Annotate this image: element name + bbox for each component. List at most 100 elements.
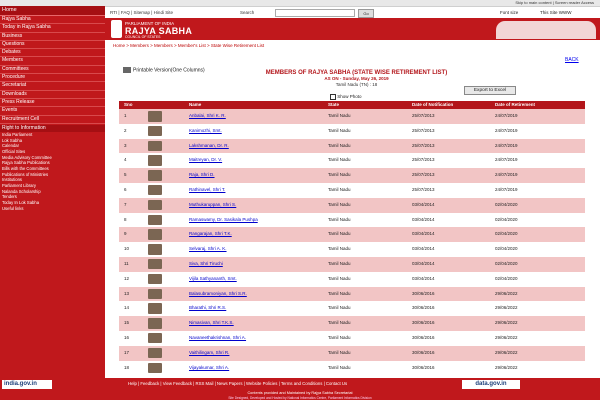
member-name-link[interactable]: Lakshmanan, Dr. R. bbox=[189, 139, 328, 154]
sidebar-item[interactable]: Press Release bbox=[0, 99, 105, 108]
cell-sno: 14 bbox=[124, 305, 130, 311]
member-name-link[interactable]: Vaithilingam, Shri R. bbox=[189, 346, 328, 361]
sidebar-item[interactable]: Questions bbox=[0, 41, 105, 50]
cell-retirement-date: 29/06/2022 bbox=[495, 364, 518, 370]
member-name-link[interactable]: Maitreyan, Dr. V. bbox=[189, 153, 328, 168]
table-row: 7 Muthukaruppan, Shri S. Tamil Nadu 03/04/2… bbox=[119, 197, 585, 213]
member-photo bbox=[148, 347, 162, 359]
member-name-link[interactable]: Raja, Shri D. bbox=[189, 168, 328, 183]
footer-links[interactable]: Help | Feedback | View Feedback | RSS Ma… bbox=[128, 381, 347, 386]
header-retirement: Date of Retirement bbox=[495, 102, 536, 107]
cell-sno: 16 bbox=[124, 334, 130, 340]
cell-state: Tamil Nadu bbox=[328, 231, 351, 237]
member-name-link[interactable]: Kanimozhi, Smt. bbox=[189, 124, 328, 139]
left-sidebar: Home Rajya Sabha Today in Rajya Sabha Busin… bbox=[0, 6, 105, 378]
utility-links[interactable]: RTI | FAQ | Sitemap | Hindi Site bbox=[110, 10, 173, 15]
skip-links[interactable]: Skip to main content | Screen reader Acc… bbox=[515, 0, 594, 5]
cell-retirement-date: 29/06/2022 bbox=[495, 349, 518, 355]
table-row: 15 Nimasivan, Shri T.K.S. Tamil Nadu 30/06/… bbox=[119, 316, 585, 331]
member-name-link[interactable]: Bharathi, Shri R.S. bbox=[189, 301, 328, 316]
member-photo bbox=[148, 244, 162, 255]
cell-notification-date: 30/06/2016 bbox=[412, 349, 435, 355]
member-photo bbox=[148, 125, 162, 137]
data-gov-logo[interactable]: data.gov.in bbox=[462, 380, 520, 389]
content-credit: Contents provided and Maintained by Rajy… bbox=[247, 391, 353, 395]
sidebar-item[interactable]: Business bbox=[0, 33, 105, 41]
cell-state: Tamil Nadu bbox=[328, 320, 351, 326]
sidebar-item[interactable]: Committees bbox=[0, 66, 105, 75]
cell-retirement-date: 02/04/2020 bbox=[495, 231, 518, 237]
member-name-link[interactable]: Balasubramoniyan, Shri S.R. bbox=[189, 287, 328, 302]
search-input[interactable] bbox=[275, 9, 355, 17]
member-name-link[interactable]: Vijila Sathyananth, Smt. bbox=[189, 272, 328, 287]
search-go-button[interactable]: Go bbox=[358, 9, 374, 18]
member-photo bbox=[148, 273, 162, 285]
national-emblem-icon bbox=[111, 20, 122, 38]
sidebar-item[interactable]: Events bbox=[0, 107, 105, 116]
member-name-link[interactable]: Ramaswamy, Dr. Sasikala Pushpa bbox=[189, 213, 328, 228]
site-banner: PARLIAMENT OF INDIA RAJYA SABHA COUNCIL … bbox=[105, 18, 600, 40]
table-row: 5 Raja, Shri D. Tamil Nadu 25/07/2013 24/07/… bbox=[119, 168, 585, 183]
cell-photo bbox=[140, 346, 189, 361]
table-row: 4 Maitreyan, Dr. V. Tamil Nadu 25/07/2013 24… bbox=[119, 153, 585, 169]
member-name-link[interactable]: Navaneethakrishnan, Shri A. bbox=[189, 331, 328, 346]
cell-notification-date: 03/04/2014 bbox=[412, 275, 435, 281]
cell-sno: 13 bbox=[124, 290, 130, 296]
cell-notification-date: 25/07/2013 bbox=[412, 127, 435, 133]
export-excel-button[interactable]: Export to Excel bbox=[464, 86, 516, 95]
india-gov-logo[interactable]: india.gov.in bbox=[2, 380, 52, 389]
cell-retirement-date: 02/04/2020 bbox=[495, 275, 518, 281]
member-name-link[interactable]: Selvaraj, Shri A. K. bbox=[189, 242, 328, 257]
member-name-link[interactable]: Rathinavel, Shri T. bbox=[189, 183, 328, 198]
cell-notification-date: 25/07/2013 bbox=[412, 113, 435, 118]
show-photo-checkbox[interactable] bbox=[330, 94, 336, 100]
cell-sno: 7 bbox=[124, 201, 127, 207]
sidebar-item[interactable]: Rajya Sabha bbox=[0, 16, 105, 25]
sidebar-item[interactable]: Members bbox=[0, 57, 105, 66]
member-name-link[interactable]: Vijayakumar, Shri A. bbox=[189, 361, 328, 376]
cell-photo bbox=[140, 168, 189, 183]
cell-photo bbox=[140, 139, 189, 154]
sidebar-item[interactable]: Today in Rajya Sabha bbox=[0, 24, 105, 33]
sidebar-item[interactable]: Procedure bbox=[0, 74, 105, 83]
member-name-link[interactable]: Anbalai, Shri K. R. bbox=[189, 109, 328, 124]
cell-state: Tamil Nadu bbox=[328, 113, 351, 118]
sidebar-link[interactable]: Useful links bbox=[0, 206, 105, 212]
show-photo-toggle[interactable]: Show Photo bbox=[330, 94, 362, 100]
show-photo-label: Show Photo bbox=[337, 94, 362, 100]
state-count: Tamil Nadu (TN) : 18 bbox=[335, 82, 378, 87]
cell-sno: 10 bbox=[124, 246, 130, 252]
sidebar-item[interactable]: Debates bbox=[0, 49, 105, 58]
cell-retirement-date: 02/04/2020 bbox=[495, 260, 518, 266]
cell-retirement-date: 24/07/2019 bbox=[495, 157, 518, 163]
cell-sno: 9 bbox=[124, 231, 127, 237]
cell-photo bbox=[140, 242, 189, 257]
cell-photo bbox=[140, 153, 189, 168]
cell-state: Tamil Nadu bbox=[328, 349, 351, 355]
cell-notification-date: 03/04/2014 bbox=[412, 216, 435, 222]
cell-sno: 12 bbox=[124, 275, 130, 281]
font-size-control[interactable]: Font size bbox=[500, 10, 518, 15]
page-heading: MEMBERS OF RAJYA SABHA (STATE WISE RETIR… bbox=[113, 70, 600, 87]
sidebar-rti-heading[interactable]: Right to Information bbox=[0, 124, 105, 132]
cell-notification-date: 30/06/2016 bbox=[412, 320, 435, 326]
search-scope[interactable]: This Site WWW bbox=[540, 10, 572, 15]
cell-notification-date: 25/07/2013 bbox=[412, 172, 435, 178]
header-sno: Sno bbox=[124, 102, 133, 107]
member-name-link[interactable]: Rangarajan, Shri T.K. bbox=[189, 227, 328, 242]
sidebar-item[interactable]: Home bbox=[0, 6, 105, 16]
member-name-link[interactable]: Siva, Shri Tiruchi bbox=[189, 257, 328, 272]
sidebar-item[interactable]: Recruitment Cell bbox=[0, 116, 105, 124]
cell-photo bbox=[140, 331, 189, 346]
cell-notification-date: 03/04/2014 bbox=[412, 231, 435, 237]
sidebar-item[interactable]: Secretariat bbox=[0, 82, 105, 91]
cell-state: Tamil Nadu bbox=[328, 157, 351, 163]
member-name-link[interactable]: Muthukaruppan, Shri S. bbox=[189, 198, 328, 213]
member-photo bbox=[148, 229, 162, 240]
member-name-link[interactable]: Nimasivan, Shri T.K.S. bbox=[189, 316, 328, 331]
breadcrumb[interactable]: Home > Members > Members > Member's List… bbox=[113, 43, 264, 48]
member-photo bbox=[148, 362, 162, 374]
sidebar-item[interactable]: Downloads bbox=[0, 91, 105, 99]
table-row: 14 Bharathi, Shri R.S. Tamil Nadu 30/06/201… bbox=[119, 301, 585, 317]
back-link[interactable]: BACK bbox=[565, 57, 579, 63]
